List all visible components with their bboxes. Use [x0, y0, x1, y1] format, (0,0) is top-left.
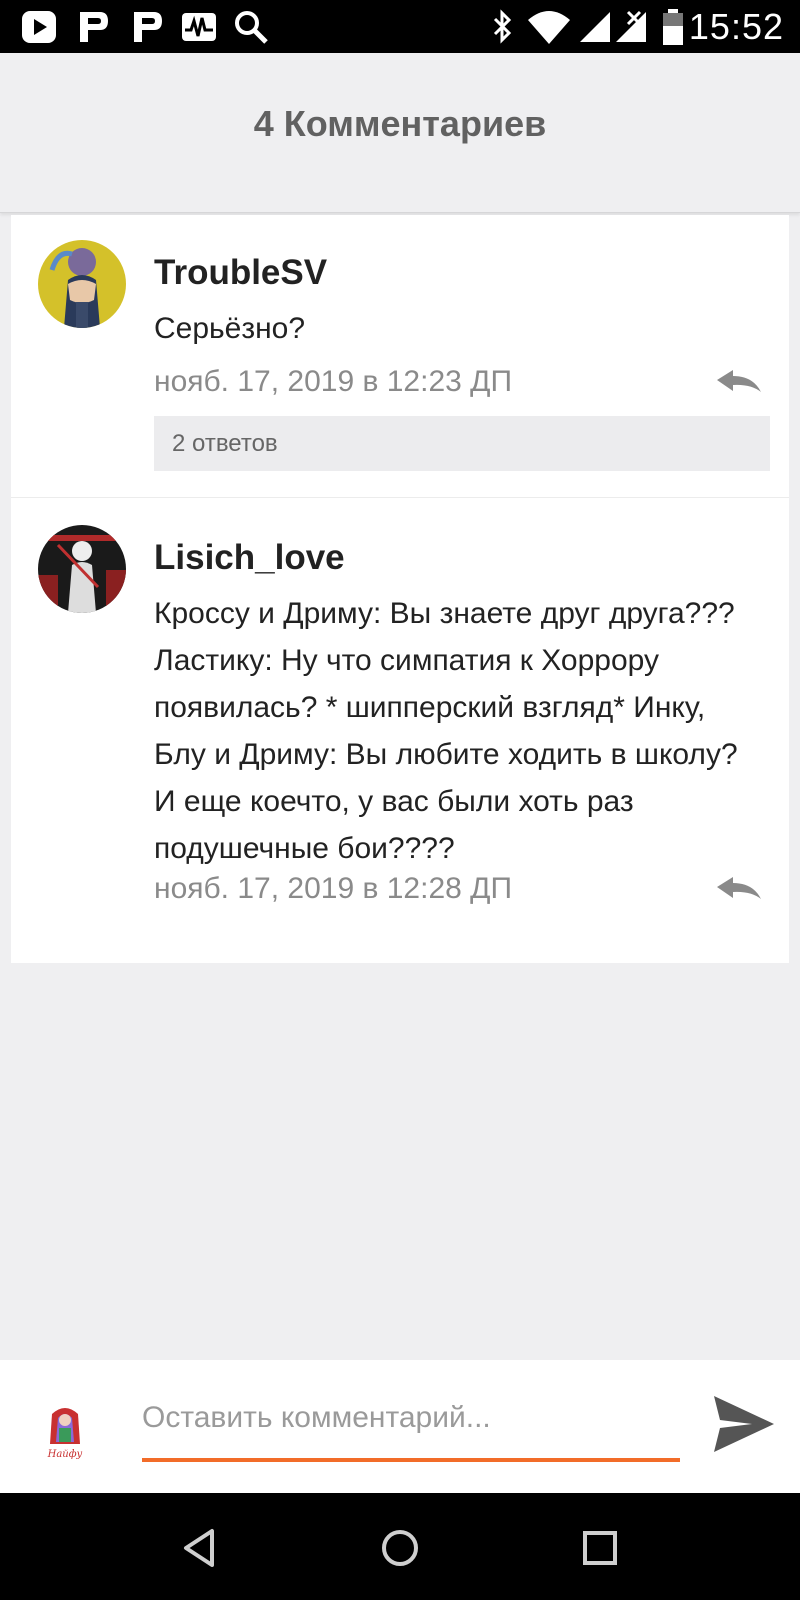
comments-list: TroubleSV Серьёзно? нояб. 17, 2019 в 12:… — [11, 215, 789, 963]
comment-author[interactable]: Lisich_love — [154, 538, 345, 578]
search-icon — [235, 11, 268, 44]
back-icon[interactable] — [176, 1523, 226, 1573]
user-avatar-image: Найфу — [47, 1408, 83, 1460]
pixiv-icon — [134, 12, 162, 42]
user-avatar: Найфу — [40, 1400, 90, 1460]
home-icon[interactable] — [375, 1523, 425, 1573]
avatar[interactable] — [38, 240, 126, 328]
no-sim-signal-icon — [616, 10, 646, 42]
cellular-signal-icon — [580, 12, 610, 42]
play-store-icon — [22, 11, 56, 43]
activity-icon — [182, 13, 216, 41]
avatar-caption: Найфу — [47, 1449, 83, 1460]
comment-date: нояб. 17, 2019 в 12:23 ДП — [154, 365, 513, 398]
reply-icon[interactable] — [715, 368, 763, 398]
comments-header: 4 Комментариев — [0, 53, 800, 213]
comment-item: TroubleSV Серьёзно? нояб. 17, 2019 в 12:… — [11, 215, 789, 498]
status-time: 15:52 — [688, 6, 784, 47]
comment-author[interactable]: TroubleSV — [154, 253, 327, 293]
battery-icon — [663, 9, 683, 45]
recents-icon[interactable] — [575, 1523, 625, 1573]
comment-input[interactable] — [142, 1388, 680, 1448]
input-underline — [142, 1458, 680, 1462]
avatar[interactable] — [38, 525, 126, 613]
pixiv-icon — [80, 12, 108, 42]
bluetooth-icon — [493, 9, 512, 44]
reply-icon[interactable] — [715, 875, 763, 905]
navigation-bar — [0, 1493, 800, 1600]
comment-item: Lisich_love Кроссу и Дриму: Вы знаете др… — [11, 498, 789, 963]
comment-text: Серьёзно? — [154, 312, 306, 345]
comment-date: нояб. 17, 2019 в 12:28 ДП — [154, 872, 513, 905]
comment-text: Кроссу и Дриму: Вы знаете друг друга??? … — [154, 597, 738, 865]
wifi-icon — [528, 11, 570, 44]
page-title: 4 Комментариев — [253, 103, 547, 144]
replies-button[interactable]: 2 ответов — [154, 416, 770, 471]
replies-count: 2 ответов — [172, 430, 278, 457]
send-icon[interactable] — [712, 1394, 776, 1454]
status-bar: 15:52 — [0, 0, 800, 53]
comment-input-bar: Найфу — [0, 1360, 800, 1493]
